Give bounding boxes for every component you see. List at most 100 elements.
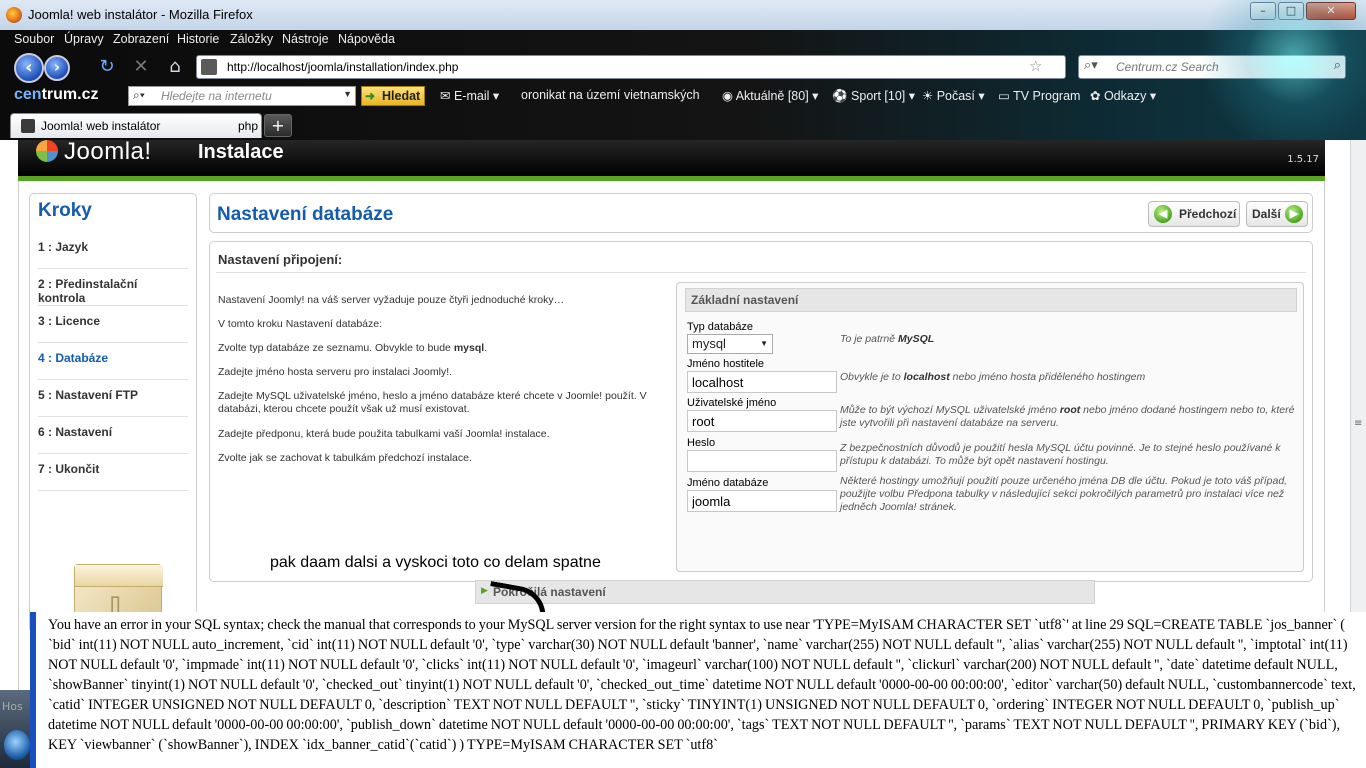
toolbar-odkazy[interactable]: ✿ Odkazy ▾	[1090, 88, 1156, 103]
basic-settings-panel: Základní nastavení Typ databáze mysql ▼ T…	[676, 282, 1304, 572]
divider	[216, 272, 1306, 273]
maximize-button[interactable]: □	[1278, 2, 1304, 20]
search-bar[interactable]: ⌕▾ Centrum.cz Search ⌕	[1078, 55, 1346, 79]
search-go-icon[interactable]: ⌕	[1334, 58, 1341, 73]
forward-icon[interactable]: ›	[44, 55, 70, 81]
sql-error-message: You have an error in your SQL syntax; ch…	[48, 617, 1356, 753]
next-button[interactable]: Další ▶	[1246, 201, 1308, 227]
toolbar-pocasi[interactable]: ☀ Počasí ▾	[922, 88, 985, 103]
search-placeholder[interactable]: Centrum.cz Search	[1116, 60, 1219, 74]
steps-sidebar: Kroky 1 : Jazyk 2 : Předinstalační kontr…	[29, 193, 197, 634]
sql-error-panel: You have an error in your SQL syntax; ch…	[30, 612, 1366, 768]
site-favicon	[201, 59, 217, 75]
arrow-right-icon: ▶	[1285, 205, 1303, 223]
url-bar[interactable]: http://localhost/joomla/installation/ind…	[196, 55, 1066, 79]
db-type-label: Typ databáze	[687, 321, 754, 333]
taskbar-fragment-text: Hos	[2, 700, 23, 713]
back-icon[interactable]: ‹	[14, 53, 44, 83]
old-tables-paragraph: Zvolte jak se zachovat k tabulkám předch…	[218, 452, 472, 464]
window-title: Joomla! web instalátor - Mozilla Firefox	[28, 7, 253, 22]
db-type-hint: To je patrně MySQL	[840, 333, 935, 345]
host-hint: Obvykle je to localhost nebo jméno hosta…	[840, 371, 1146, 383]
menu-historie[interactable]: Historie	[177, 32, 219, 46]
step-paragraph: V tomto kroku Nastavení databáze:	[218, 318, 383, 330]
page-title: Nastavení databáze	[217, 204, 394, 225]
section-title: Nastavení připojení:	[218, 252, 343, 267]
url-text[interactable]: http://localhost/joomla/installation/ind…	[227, 60, 458, 74]
menu-nastroje[interactable]: Nástroje	[282, 32, 329, 46]
chevron-down-icon: ▼	[760, 339, 768, 348]
window-titlebar: Joomla! web instalátor - Mozilla Firefox…	[0, 0, 1366, 30]
host-paragraph: Zadejte jméno hosta serveru pro instalac…	[218, 366, 453, 378]
home-icon[interactable]: ⌂	[164, 56, 186, 78]
toolbar-sport[interactable]: ⚽ Sport [10] ▾	[832, 88, 915, 104]
toolbar-tv-program[interactable]: ▭ TV Program	[998, 88, 1080, 103]
windows-start-orb-icon[interactable]	[4, 730, 30, 760]
credentials-paragraph: Zadejte MySQL uživatelské jméno, heslo a…	[218, 390, 647, 415]
search-engine-icon[interactable]: ⌕▾	[1084, 58, 1098, 73]
new-tab-button[interactable]: +	[264, 114, 292, 137]
joomla-header: Joomla! Instalace 1.5.17	[18, 140, 1325, 176]
previous-button[interactable]: ◀ Předchozí	[1148, 201, 1240, 227]
minimize-button[interactable]: –	[1250, 2, 1276, 20]
basic-settings-header: Základní nastavení	[685, 288, 1297, 312]
previous-button-label[interactable]: Předchozí	[1179, 207, 1236, 221]
username-hint: Může to být výchozí MySQL uživatelské jm…	[840, 404, 1295, 429]
connection-settings-box: Nastavení připojení: Nastavení Joomly! n…	[209, 241, 1313, 582]
centrum-logo[interactable]: centrum.cz	[14, 86, 98, 104]
arrow-left-icon: ◀	[1154, 205, 1172, 223]
menu-napoveda[interactable]: Nápověda	[338, 32, 395, 46]
menu-upravy[interactable]: Úpravy	[64, 32, 104, 46]
menu-zalozky[interactable]: Záložky	[230, 32, 273, 46]
menu-soubor[interactable]: Soubor	[14, 32, 54, 46]
search-icon: ⌕▾	[133, 88, 145, 102]
close-button[interactable]: ✕	[1306, 2, 1356, 20]
toolbar-email[interactable]: ✉ E-mail ▾	[440, 88, 499, 103]
db-name-input[interactable]	[687, 490, 837, 512]
password-label: Heslo	[687, 437, 716, 449]
reload-icon[interactable]: ↻	[96, 56, 118, 78]
steps-heading: Kroky	[38, 200, 92, 221]
intro-paragraph: Nastavení Joomly! na váš server vyžaduje…	[218, 294, 565, 306]
centrum-search-input[interactable]: ⌕▾ Hledejte na internetu ▼	[128, 86, 356, 106]
db-name-label: Jméno databáze	[687, 477, 769, 489]
joomla-logo: Joomla!	[36, 140, 152, 166]
step-databaze: 4 : Databáze	[38, 343, 188, 380]
db-type-paragraph: Zvolte typ databáze ze seznamu. Obvykle …	[218, 342, 488, 354]
chevron-down-icon[interactable]: ▼	[343, 89, 352, 99]
expand-arrow-icon: ▶	[481, 586, 488, 596]
step-nastaveni: 6 : Nastavení	[38, 417, 188, 454]
browser-chrome: Joomla! web instalátor - Mozilla Firefox…	[0, 0, 1366, 140]
menu-zobrazeni[interactable]: Zobrazení	[113, 32, 169, 46]
prefix-paragraph: Zadejte předponu, která bude použita tab…	[218, 428, 550, 440]
scrollbar-grip-icon[interactable]: ≡	[1354, 419, 1363, 434]
host-label: Jméno hostitele	[687, 358, 765, 370]
stop-icon[interactable]: ✕	[130, 56, 152, 78]
password-input[interactable]	[687, 450, 837, 472]
step-predinstalacni-kontrola: 2 : Předinstalační kontrola	[38, 269, 188, 306]
step-licence: 3 : Licence	[38, 306, 188, 343]
username-input[interactable]	[687, 410, 837, 432]
centrum-search-placeholder[interactable]: Hledejte na internetu	[161, 89, 272, 103]
tab-joomla-installer[interactable]: Joomla! web instalátor php	[10, 113, 262, 138]
tab-bar: Joomla! web instalátor php +	[0, 112, 1366, 138]
db-type-select[interactable]: mysql ▼	[687, 334, 773, 354]
tab-label[interactable]: Joomla! web instalátor	[41, 119, 160, 133]
page-title-box: Nastavení databáze ◀ Předchozí Další ▶	[209, 193, 1313, 233]
bookmark-star-icon[interactable]: ☆	[1029, 57, 1042, 75]
host-input[interactable]	[687, 371, 837, 393]
username-label: Uživatelské jméno	[687, 397, 777, 409]
step-jazyk: 1 : Jazyk	[38, 232, 188, 269]
joomla-logo-icon	[36, 140, 58, 162]
tab-overflow-label[interactable]: php	[238, 119, 258, 133]
advanced-settings-toggle[interactable]: ▶ Pokročilá nastavení	[475, 580, 1095, 604]
toolbar-news-ticker[interactable]: oronikat na území vietnamských	[521, 88, 700, 102]
joomla-favicon	[21, 119, 35, 133]
firefox-icon	[6, 7, 22, 23]
next-button-label[interactable]: Další	[1252, 207, 1281, 221]
version-label: 1.5.17	[1287, 154, 1319, 165]
step-nastaveni-ftp: 5 : Nastavení FTP	[38, 380, 188, 417]
password-hint: Z bezpečnostních důvodů je použití hesla…	[840, 442, 1281, 467]
toolbar-aktualne[interactable]: ◉ Aktuálně [80] ▾	[722, 88, 818, 103]
hledat-button[interactable]: Hledat	[361, 86, 426, 106]
